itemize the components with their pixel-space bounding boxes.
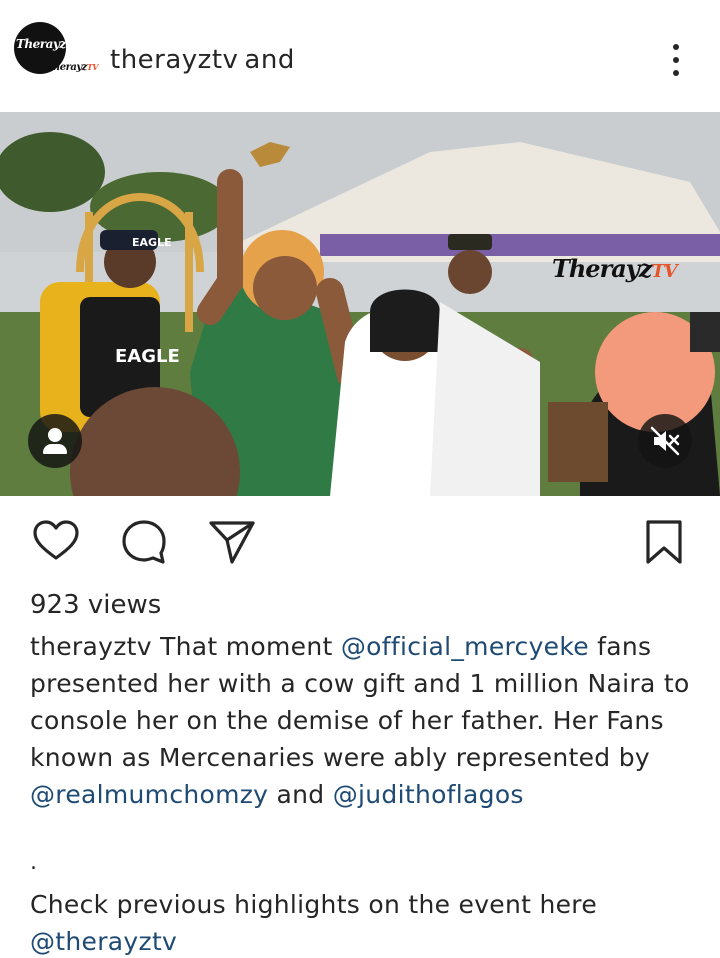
more-options-button[interactable] <box>662 40 690 80</box>
mention-official-mercyeke[interactable]: @official_mercyeke <box>341 632 589 661</box>
action-bar <box>0 496 720 586</box>
caption-line-4: known as Mercenaries were ably represent… <box>30 743 650 772</box>
collab-logo-text: Therayz <box>46 62 87 73</box>
caption-extra-text: Check previous highlights on the event h… <box>30 890 598 919</box>
avatar[interactable]: Therayz TherayzTV <box>14 20 98 80</box>
post-video[interactable]: EAGLE EAGLE TherayzTV <box>0 112 720 496</box>
caption-and: and <box>276 780 325 809</box>
author-username[interactable]: therayztv <box>110 45 238 75</box>
bookmark-icon <box>646 520 682 564</box>
speaker-muted-icon <box>650 426 680 456</box>
caption-line-1: therayztv That moment @official_mercyeke… <box>30 628 700 665</box>
mute-toggle-button[interactable] <box>638 414 692 468</box>
mention-therayztv[interactable]: @therayztv <box>30 927 177 956</box>
send-arrow-icon <box>209 521 255 564</box>
post-caption: therayztv That moment @official_mercyeke… <box>30 628 700 813</box>
more-vertical-icon-dot <box>673 70 679 76</box>
post-header: Therayz TherayzTV therayztv and <box>0 0 720 112</box>
caption-line-5: @realmumchomzy and @judithoflagos <box>30 776 700 813</box>
more-vertical-icon <box>673 44 679 50</box>
comment-button[interactable] <box>120 518 168 566</box>
heart-icon <box>33 520 79 560</box>
caption-text-1: That moment <box>160 632 333 661</box>
watermark-tv: TV <box>651 261 677 282</box>
avatar-logo-text: Therayz <box>16 37 66 51</box>
share-button[interactable] <box>208 518 256 566</box>
tagged-people-button[interactable] <box>28 414 82 468</box>
caption-text-1-tail: fans <box>597 632 652 661</box>
caption-separator: . <box>30 850 37 875</box>
caption-line-2: presented her with a cow gift and 1 mill… <box>30 669 690 698</box>
cap-text: EAGLE <box>132 236 172 249</box>
person-tag-icon-body <box>43 444 67 454</box>
mention-judithoflagos[interactable]: @judithoflagos <box>333 780 524 809</box>
caption-line-3: console her on the demise of her father.… <box>30 706 664 735</box>
comment-bubble-icon <box>122 520 166 564</box>
collab-avatar-logo: TherayzTV <box>46 62 98 73</box>
video-watermark: TherayzTV <box>552 254 678 283</box>
caption-username[interactable]: therayztv <box>30 632 152 661</box>
mention-realmumchomzy[interactable]: @realmumchomzy <box>30 780 268 809</box>
like-button[interactable] <box>32 518 80 566</box>
watermark-text: Therayz <box>552 254 652 283</box>
person-tag-icon <box>48 428 62 442</box>
shirt-text: EAGLE <box>115 346 180 367</box>
video-frame: EAGLE EAGLE <box>0 112 720 496</box>
view-count[interactable]: 923 views <box>30 588 161 622</box>
collab-logo-tv: TV <box>86 62 99 72</box>
save-button[interactable] <box>640 518 688 566</box>
collab-and-label[interactable]: and <box>244 45 294 75</box>
more-vertical-icon-dot <box>673 57 679 63</box>
post-author-row: therayztv and <box>110 42 295 78</box>
caption-extra: Check previous highlights on the event h… <box>30 886 700 958</box>
